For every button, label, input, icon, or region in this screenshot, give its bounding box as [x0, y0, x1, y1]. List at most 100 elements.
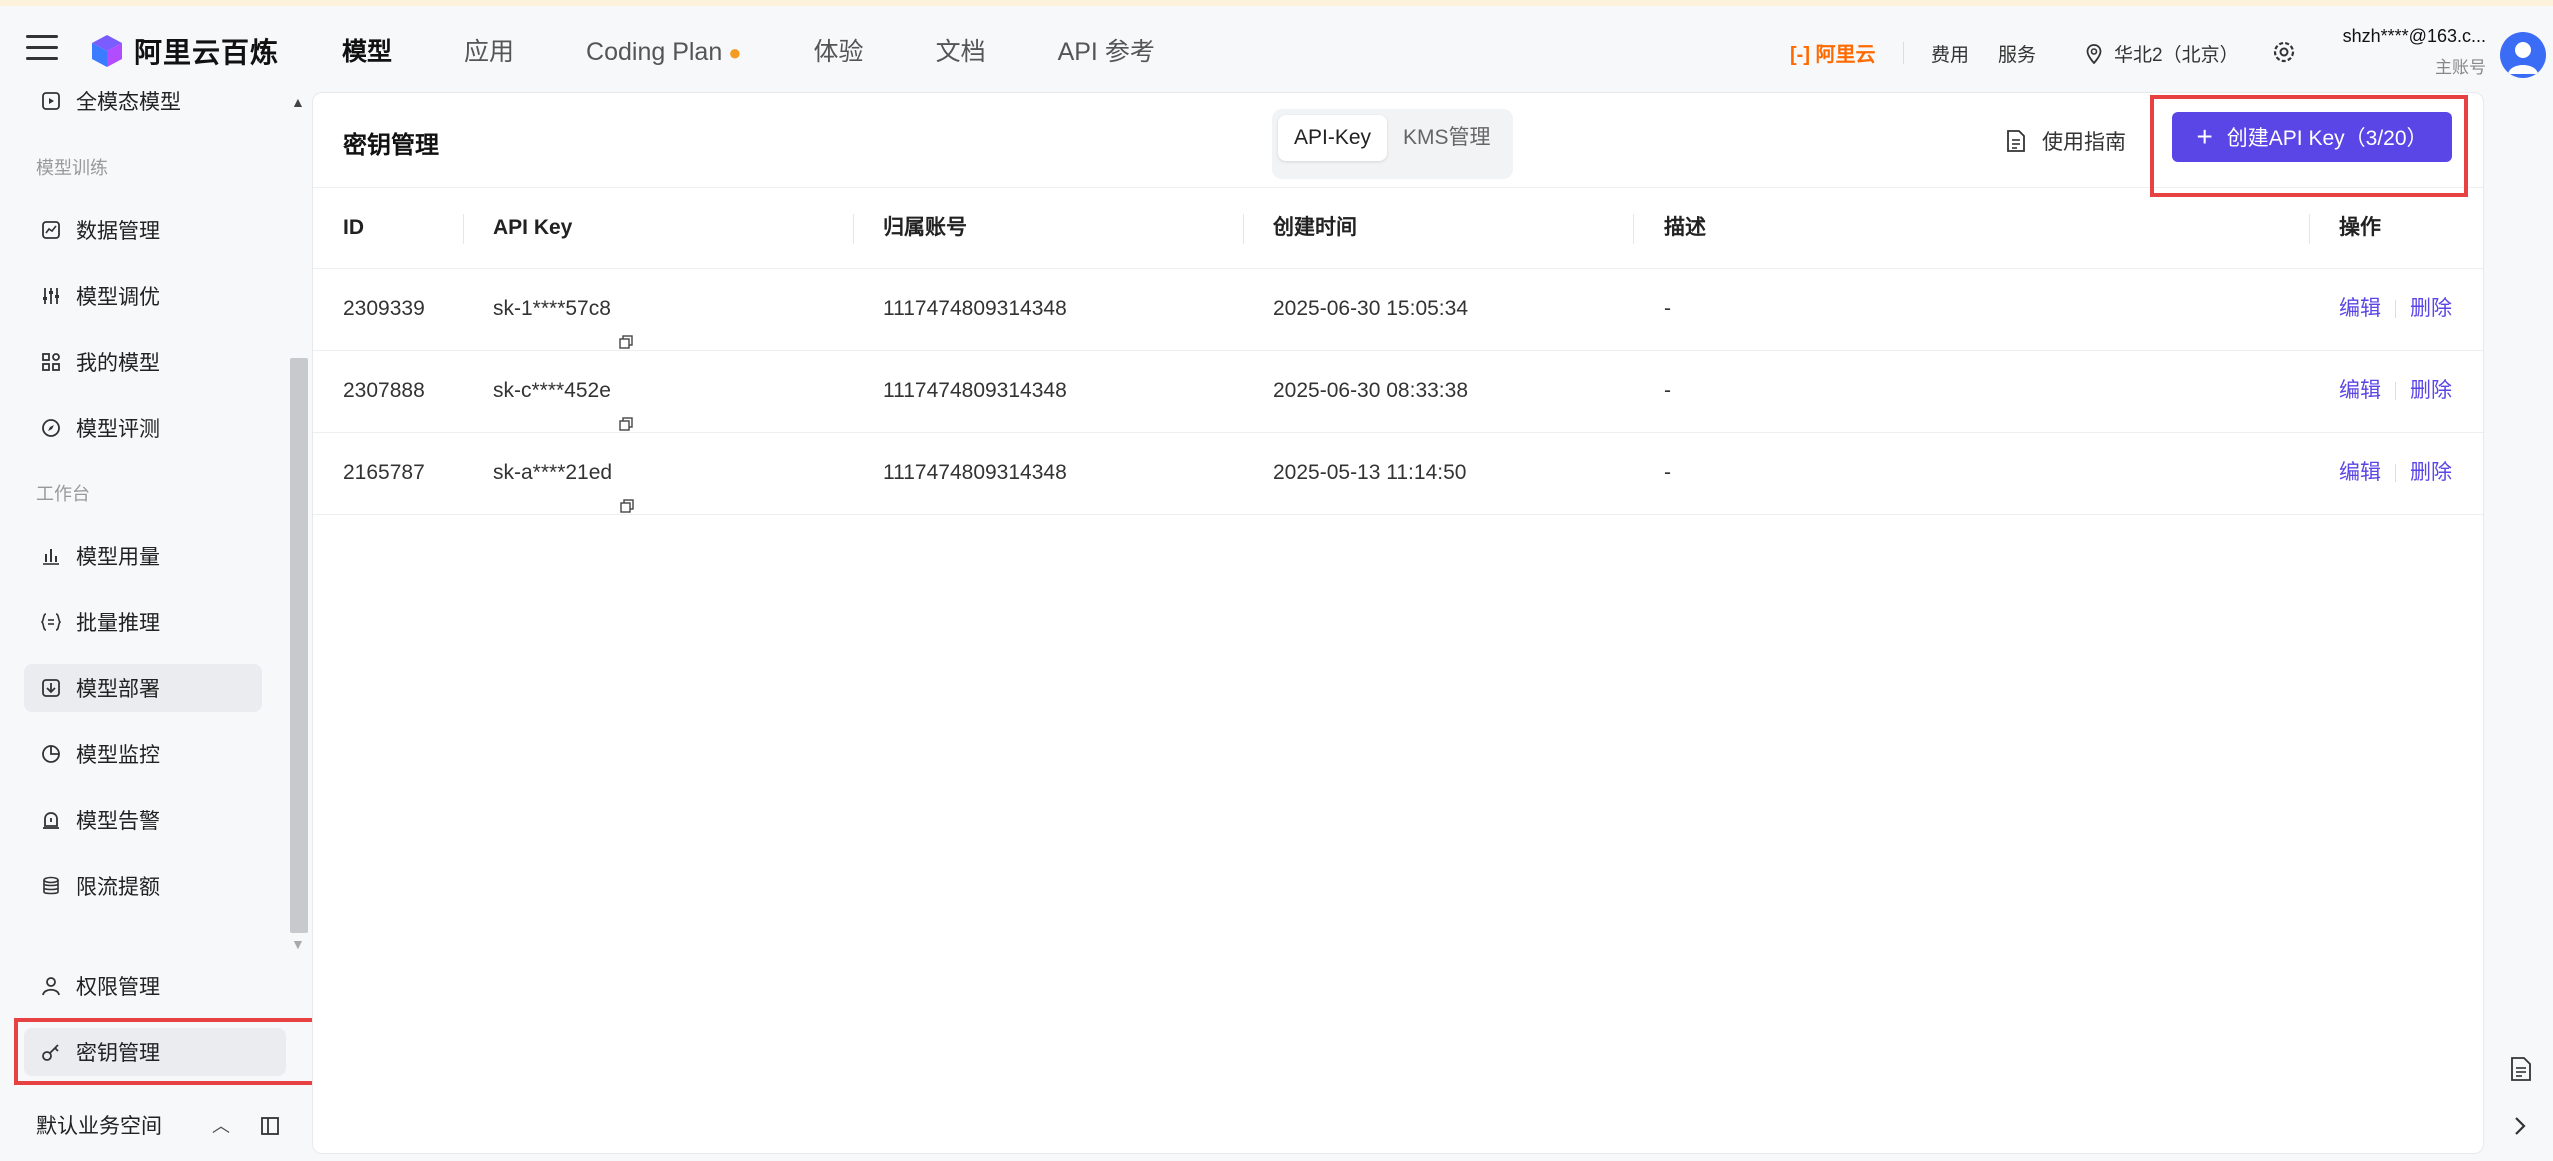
- nav-item-coding-plan-label: Coding Plan: [586, 38, 723, 66]
- header-divider: [1903, 42, 1904, 64]
- sidebar-item-model-deployment[interactable]: 模型部署: [24, 664, 262, 712]
- create-api-key-label: 创建API Key（3/20）: [2226, 127, 2428, 150]
- scroll-down-icon[interactable]: ▼: [291, 936, 305, 952]
- cell-id: 2307888: [343, 379, 425, 402]
- compass-icon: [38, 415, 64, 441]
- nav-item-experience[interactable]: 体验: [814, 32, 864, 72]
- sidebar-item-model-alerts[interactable]: 模型告警: [24, 796, 262, 844]
- service-link[interactable]: 服务: [1998, 40, 2036, 67]
- action-divider: [2395, 464, 2396, 483]
- edit-link[interactable]: 编辑: [2339, 461, 2381, 484]
- tab-kms[interactable]: KMS管理: [1387, 115, 1507, 161]
- sidebar-item-model-tuning[interactable]: 模型调优: [24, 272, 262, 320]
- nav-item-api-reference[interactable]: API 参考: [1058, 32, 1155, 72]
- api-key-value: sk-a****21ed: [493, 461, 613, 484]
- sidebar-item-label: 模型评测: [76, 418, 160, 441]
- column-divider: [853, 214, 854, 244]
- copy-icon[interactable]: [620, 466, 634, 514]
- copy-icon[interactable]: [619, 302, 633, 350]
- sidebar-item-label: 模型调优: [76, 286, 160, 309]
- brand-name: 阿里云百炼: [134, 37, 280, 68]
- sidebar-item-model-evaluation[interactable]: 模型评测: [24, 404, 262, 452]
- nav-item-coding-plan[interactable]: Coding Plan ●: [586, 32, 742, 72]
- column-divider: [463, 214, 464, 244]
- sidebar-item-label: 限流提额: [76, 876, 160, 899]
- column-header-account: 归属账号: [883, 216, 967, 239]
- location-pin-icon: [2086, 43, 2102, 64]
- account-role: 主账号: [2435, 58, 2486, 77]
- edit-link[interactable]: 编辑: [2339, 379, 2381, 402]
- gear-icon[interactable]: [2271, 39, 2297, 65]
- sliders-icon: [38, 283, 64, 309]
- cell-api-key: sk-1****57c8: [493, 268, 633, 350]
- copy-icon[interactable]: [619, 384, 633, 432]
- table-row: 2165787 sk-a****21ed 1117474809314348 20…: [313, 432, 2483, 515]
- account-info[interactable]: shzh****@163.c... 主账号: [2340, 26, 2486, 78]
- edit-link[interactable]: 编辑: [2339, 297, 2381, 320]
- delete-link[interactable]: 删除: [2410, 297, 2452, 320]
- table-header: ID API Key 归属账号 创建时间 描述 操作: [313, 187, 2483, 269]
- cost-link[interactable]: 费用: [1931, 40, 1969, 67]
- fire-icon: ●: [728, 40, 742, 65]
- key-icon: [38, 1039, 64, 1065]
- sidebar-scrollbar[interactable]: [290, 358, 308, 933]
- aliyun-bracket-icon: [-]: [1790, 44, 1810, 66]
- user-avatar-icon: [2508, 42, 2538, 74]
- cell-api-key: sk-a****21ed: [493, 432, 634, 514]
- cell-description: -: [1664, 297, 1671, 320]
- cell-api-key: sk-c****452e: [493, 350, 633, 432]
- sidebar-item-data-management[interactable]: 数据管理: [24, 206, 262, 254]
- nav-item-models[interactable]: 模型: [342, 32, 392, 72]
- cell-account: 1117474809314348: [883, 461, 1067, 484]
- main-panel: 密钥管理 API-Key KMS管理 使用指南 + 创建API Key（3/20…: [312, 92, 2484, 1154]
- cell-description: -: [1664, 379, 1671, 402]
- api-key-value: sk-c****452e: [493, 379, 611, 402]
- create-api-key-button[interactable]: + 创建API Key（3/20）: [2172, 112, 2452, 162]
- sidebar-item-batch-inference[interactable]: 批量推理: [24, 598, 262, 646]
- sidebar-item-omni-model[interactable]: 全模态模型: [24, 77, 262, 125]
- action-divider: [2395, 300, 2396, 319]
- sidebar-item-label: 批量推理: [76, 612, 160, 635]
- workspace-selector[interactable]: 默认业务空间: [36, 1110, 162, 1140]
- sidebar-item-rate-limit[interactable]: 限流提额: [24, 862, 262, 910]
- sidebar-item-label: 全模态模型: [76, 91, 181, 114]
- hamburger-menu-icon[interactable]: [26, 35, 58, 65]
- column-divider: [1633, 214, 1634, 244]
- delete-link[interactable]: 删除: [2410, 461, 2452, 484]
- chevron-right-icon[interactable]: [2512, 1114, 2528, 1143]
- table-row: 2307888 sk-c****452e 1117474809314348 20…: [313, 350, 2483, 433]
- avatar[interactable]: [2500, 32, 2546, 78]
- top-nav: 模型 应用 Coding Plan ● 体验 文档 API 参考: [342, 32, 1227, 72]
- tab-api-key[interactable]: API-Key: [1278, 115, 1388, 161]
- cell-created-time: 2025-06-30 08:33:38: [1273, 379, 1468, 402]
- brand-logo[interactable]: 阿里云百炼: [90, 31, 279, 71]
- page-title: 密钥管理: [343, 132, 439, 159]
- action-divider: [2395, 382, 2396, 401]
- cell-id: 2309339: [343, 297, 425, 320]
- chevron-up-icon[interactable]: ︿: [212, 1112, 230, 1138]
- user-icon: [38, 973, 64, 999]
- sidebar-item-label: 数据管理: [76, 220, 160, 243]
- sidebar-item-permissions[interactable]: 权限管理: [24, 962, 262, 1010]
- feedback-document-icon[interactable]: [2510, 1056, 2532, 1087]
- bar-chart-icon: [38, 543, 64, 569]
- sidebar-item-model-usage[interactable]: 模型用量: [24, 532, 262, 580]
- guide-link[interactable]: 使用指南: [2006, 126, 2126, 156]
- cell-created-time: 2025-05-13 11:14:50: [1273, 461, 1467, 484]
- collapse-sidebar-icon[interactable]: [260, 1116, 280, 1136]
- region-selector[interactable]: 华北2（北京）: [2086, 40, 2239, 67]
- cell-description: -: [1664, 461, 1671, 484]
- sidebar-item-key-management[interactable]: 密钥管理: [24, 1028, 286, 1076]
- sidebar-item-my-models[interactable]: 我的模型: [24, 338, 262, 386]
- cell-actions: 编辑 删除: [2339, 350, 2452, 432]
- sidebar-item-model-monitoring[interactable]: 模型监控: [24, 730, 262, 778]
- scroll-up-icon[interactable]: ▲: [291, 94, 305, 110]
- sidebar-item-label: 权限管理: [76, 976, 160, 999]
- column-header-actions: 操作: [2339, 216, 2381, 239]
- aliyun-logo[interactable]: [-] 阿里云: [1790, 38, 1876, 67]
- nav-item-apps[interactable]: 应用: [464, 32, 514, 72]
- api-key-value: sk-1****57c8: [493, 297, 611, 320]
- nav-item-docs[interactable]: 文档: [936, 32, 986, 72]
- delete-link[interactable]: 删除: [2410, 379, 2452, 402]
- pie-chart-icon: [38, 741, 64, 767]
